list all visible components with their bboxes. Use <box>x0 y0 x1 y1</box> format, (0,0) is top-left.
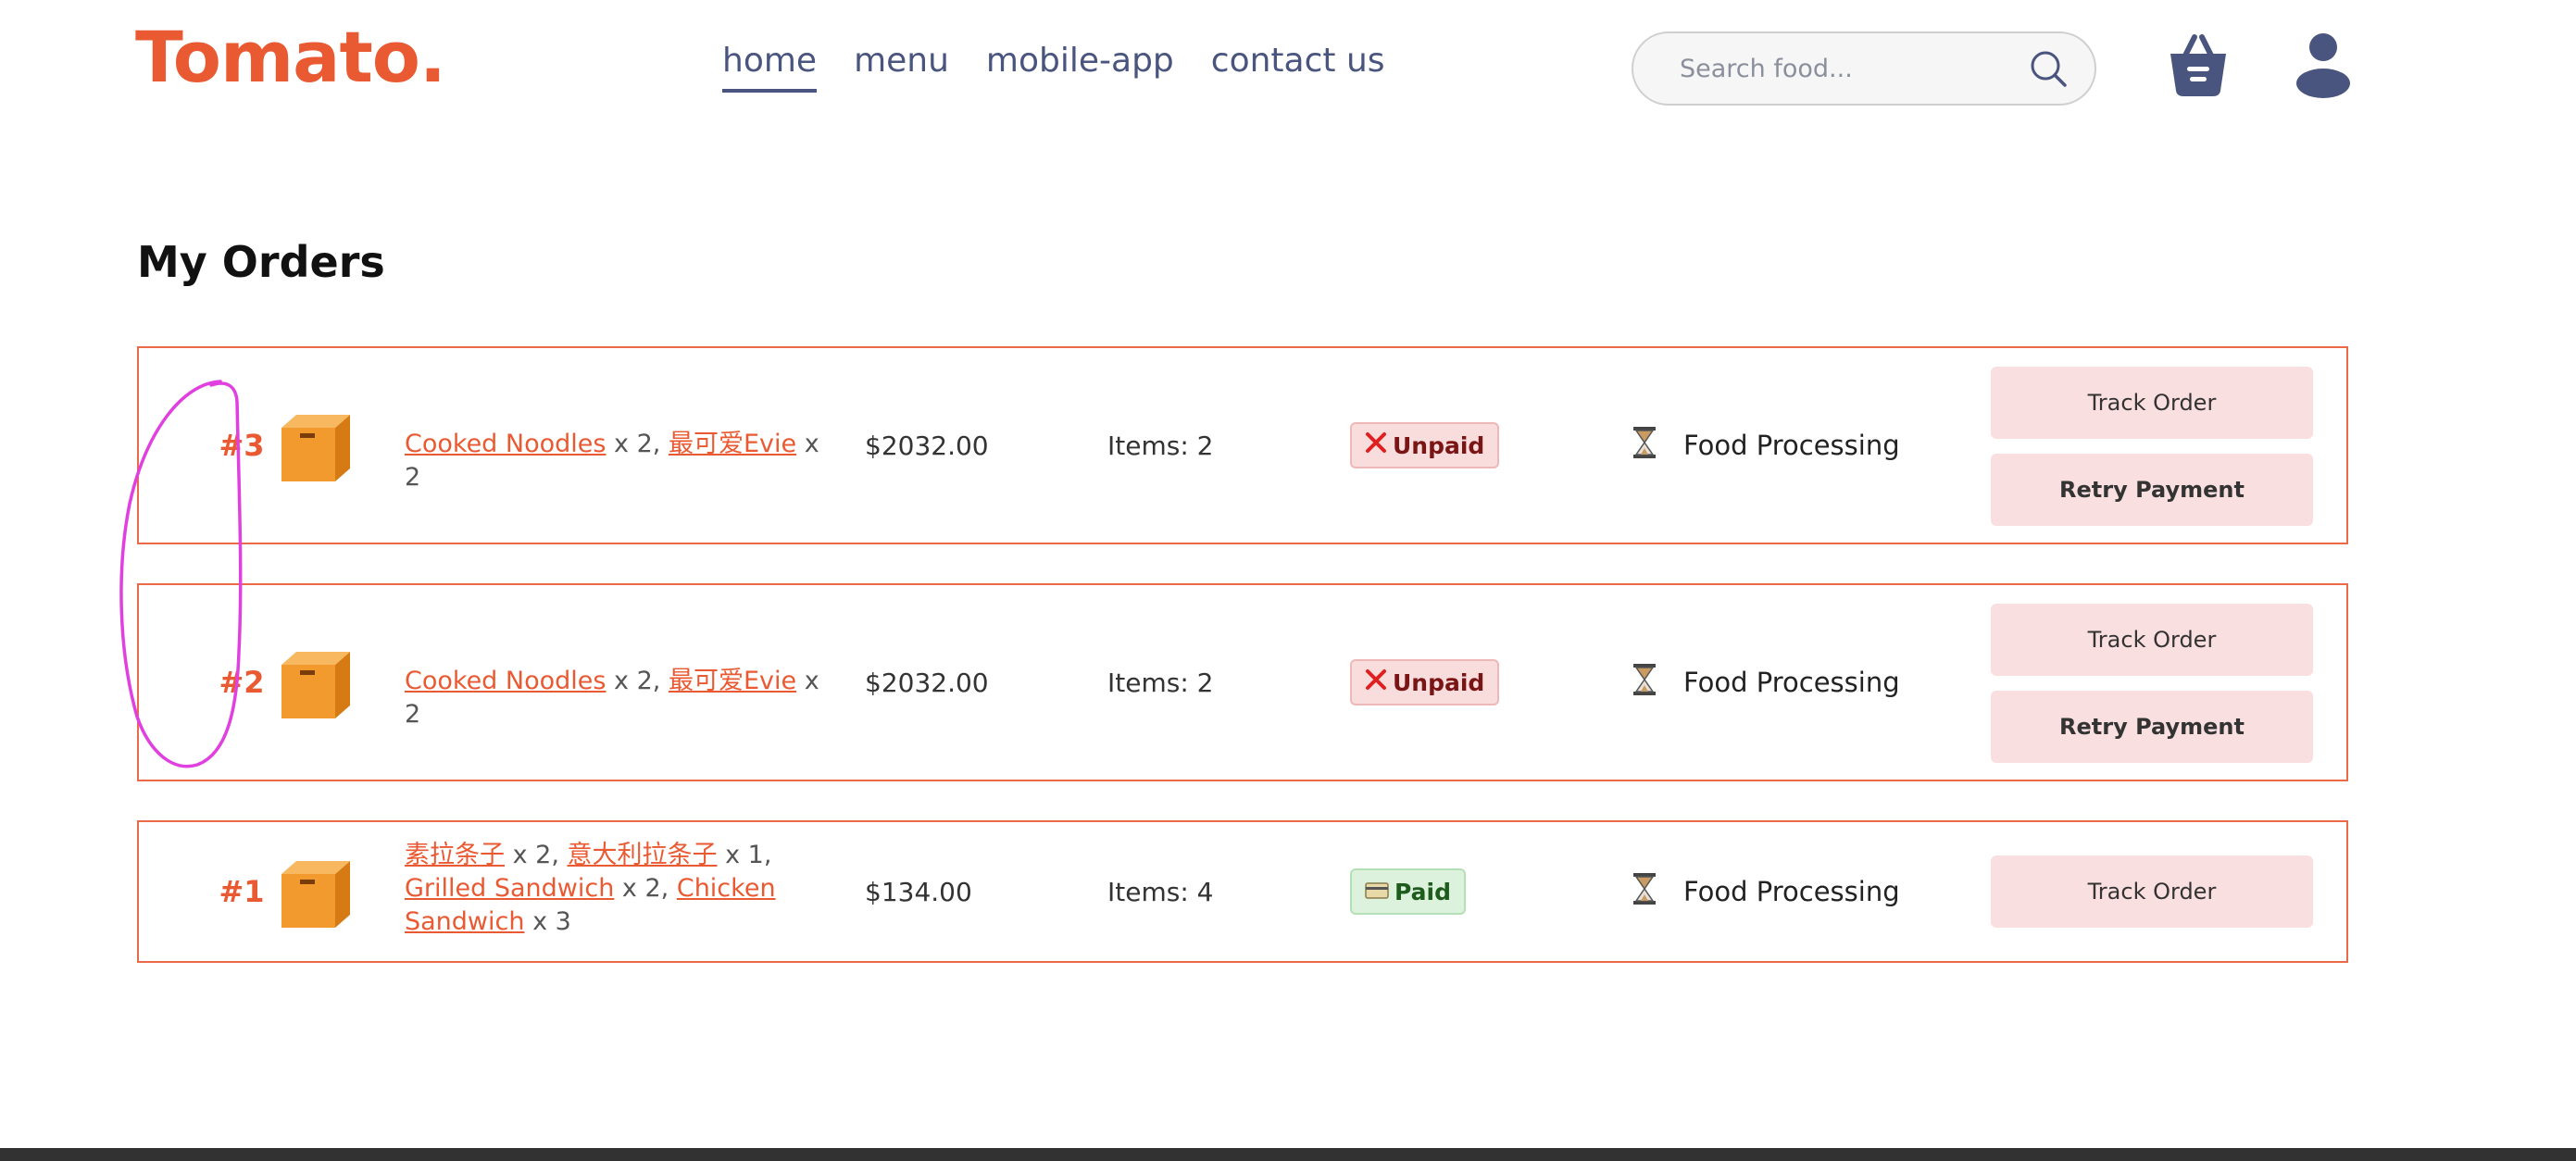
retry-payment-button[interactable]: Retry Payment <box>1991 691 2313 763</box>
track-order-button[interactable]: Track Order <box>1991 604 2313 676</box>
order-card: #2 Cooked Noodles x 2, 最可爱Evie x 2 $2032… <box>137 583 2348 781</box>
order-item-qty: x 3 <box>524 907 571 936</box>
order-status: Food Processing <box>1632 585 1900 780</box>
order-price: $134.00 <box>865 876 972 907</box>
payment-status-badge: Unpaid <box>1350 422 1500 468</box>
order-item-count: Items: 2 <box>1107 667 1214 698</box>
order-items: 素拉条子 x 2, 意大利拉条子 x 1, Grilled Sandwich x… <box>405 839 821 939</box>
order-status-label: Food Processing <box>1683 876 1900 907</box>
payment-status-label: Unpaid <box>1393 431 1485 459</box>
order-items: Cooked Noodles x 2, 最可爱Evie x 2 <box>405 665 821 731</box>
order-item-qty: x 2, <box>606 667 669 695</box>
logo[interactable]: Tomato. <box>135 22 446 93</box>
main-nav: home menu mobile-app contact us <box>722 44 1385 93</box>
search-icon[interactable] <box>2028 48 2069 89</box>
nav-item-contact-us[interactable]: contact us <box>1211 44 1385 93</box>
search-bar <box>1632 31 2096 106</box>
parcel-icon <box>276 852 356 931</box>
order-item-link[interactable]: 最可爱Evie <box>669 667 796 695</box>
order-status: Food Processing <box>1632 822 1900 961</box>
order-item-link[interactable]: Grilled Sandwich <box>405 874 614 903</box>
order-price: $2032.00 <box>865 430 989 461</box>
track-order-button[interactable]: Track Order <box>1991 855 2313 928</box>
payment-status-badge: Paid <box>1350 868 1466 915</box>
order-card: #3 Cooked Noodles x 2, 最可爱Evie x 2 $2032… <box>137 346 2348 544</box>
cross-icon <box>1365 668 1387 696</box>
order-item-qty: x 2, <box>606 430 669 458</box>
basket-icon[interactable] <box>2167 31 2230 98</box>
order-status-label: Food Processing <box>1683 430 1900 461</box>
credit-card-icon <box>1365 879 1389 905</box>
order-item-qty: x 2, <box>614 874 677 903</box>
hourglass-icon <box>1632 872 1657 912</box>
order-item-qty: x 2, <box>505 841 568 869</box>
order-status: Food Processing <box>1632 348 1900 543</box>
order-items: Cooked Noodles x 2, 最可爱Evie x 2 <box>405 428 821 494</box>
order-item-link[interactable]: 意大利拉条子 <box>568 841 718 869</box>
order-item-link[interactable]: Cooked Noodles <box>405 667 606 695</box>
footer <box>0 1148 2576 1161</box>
order-item-link[interactable]: 最可爱Evie <box>669 430 796 458</box>
nav-item-mobile-app[interactable]: mobile-app <box>986 44 1174 93</box>
order-item-link[interactable]: Cooked Noodles <box>405 430 606 458</box>
hourglass-icon <box>1632 426 1657 466</box>
cross-icon <box>1365 431 1387 459</box>
parcel-icon <box>276 406 356 485</box>
annotation-circle <box>119 380 243 768</box>
nav-item-home[interactable]: home <box>722 44 818 93</box>
payment-status-badge: Unpaid <box>1350 659 1500 705</box>
page-title: My Orders <box>137 237 385 287</box>
retry-payment-button[interactable]: Retry Payment <box>1991 454 2313 526</box>
order-item-count: Items: 4 <box>1107 876 1214 907</box>
order-item-link[interactable]: 素拉条子 <box>405 841 505 869</box>
nav-item-menu[interactable]: menu <box>854 44 949 93</box>
payment-status-label: Unpaid <box>1393 668 1485 696</box>
track-order-button[interactable]: Track Order <box>1991 367 2313 439</box>
order-price: $2032.00 <box>865 667 989 698</box>
order-status-label: Food Processing <box>1683 667 1900 698</box>
order-card: #1 素拉条子 x 2, 意大利拉条子 x 1, Grilled Sandwic… <box>137 820 2348 963</box>
order-item-qty: x 1, <box>717 841 772 869</box>
hourglass-icon <box>1632 663 1657 703</box>
payment-status-label: Paid <box>1394 878 1451 905</box>
search-input[interactable] <box>1680 54 2028 83</box>
profile-icon[interactable] <box>2295 31 2352 98</box>
parcel-icon <box>276 643 356 722</box>
order-item-count: Items: 2 <box>1107 430 1214 461</box>
